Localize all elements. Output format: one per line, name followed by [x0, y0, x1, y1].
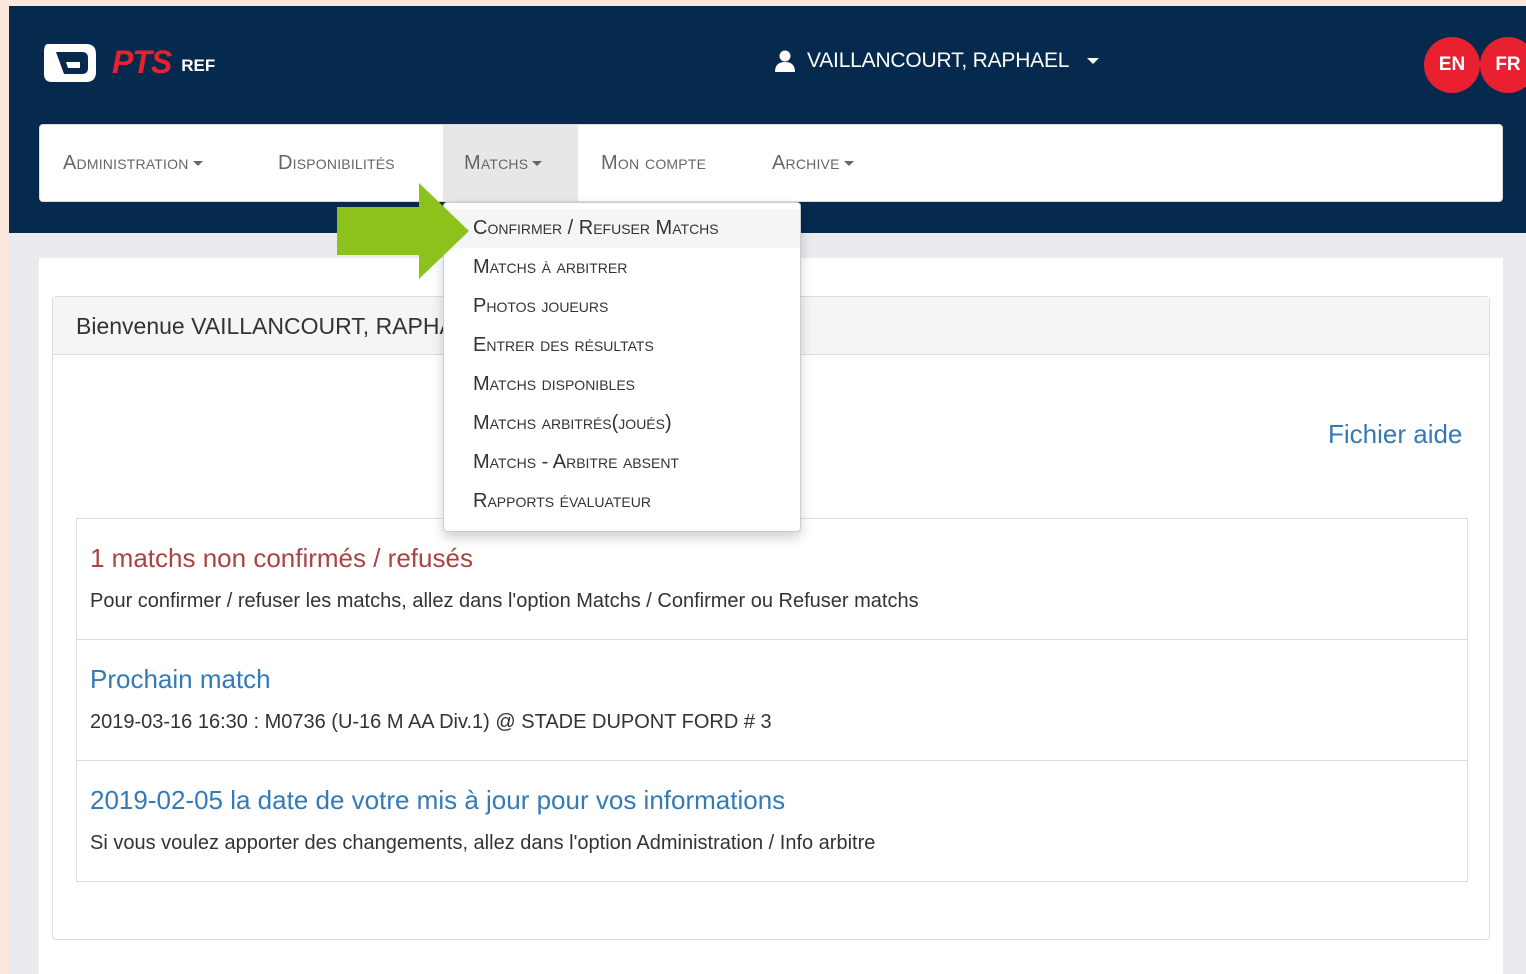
nav-mon-compte[interactable]: Mon compte: [601, 125, 706, 201]
list-item: 2019-02-05 la date de votre mis à jour p…: [76, 760, 1468, 882]
caret-down-icon: [843, 160, 854, 166]
brand-name: PTS: [112, 43, 172, 80]
list-item: 1 matchs non confirmés / refusés Pour co…: [76, 518, 1468, 640]
top-bar: PTS REF VAILLANCOURT, RAPHAEL EN FR Admi…: [9, 6, 1526, 233]
language-fr-button[interactable]: FR: [1480, 37, 1526, 93]
green-arrow-icon: [337, 183, 469, 279]
menu-item-matchs-disponibles[interactable]: Matchs disponibles: [444, 365, 800, 404]
nav-matchs-label: Matchs: [464, 151, 529, 174]
main-navbar: Administration Disponibilités Matchs Mon…: [39, 124, 1503, 202]
list-item: Prochain match 2019-03-16 16:30 : M0736 …: [76, 639, 1468, 761]
menu-item-photos-joueurs[interactable]: Photos joueurs: [444, 287, 800, 326]
pts-logo-icon: [44, 44, 96, 82]
update-date-title: 2019-02-05 la date de votre mis à jour p…: [90, 785, 786, 815]
user-name: VAILLANCOURT, RAPHAEL: [807, 49, 1070, 72]
menu-item-rapports-evaluateur[interactable]: Rapports évaluateur: [444, 482, 800, 521]
logo[interactable]: PTS REF: [42, 40, 215, 84]
menu-item-matchs-arbitres[interactable]: Matchs arbitrés(joués): [444, 404, 800, 443]
user-menu[interactable]: VAILLANCOURT, RAPHAEL: [775, 49, 1100, 73]
unconfirmed-matches-title: 1 matchs non confirmés / refusés: [90, 543, 473, 573]
nav-archive[interactable]: Archive: [772, 125, 854, 201]
language-en-button[interactable]: EN: [1424, 37, 1480, 93]
menu-item-confirmer-refuser[interactable]: Confirmer / Refuser Matchs: [444, 209, 800, 248]
caret-down-icon: [532, 160, 543, 166]
menu-item-arbitre-absent[interactable]: Matchs - Arbitre absent: [444, 443, 800, 482]
update-date-text: Si vous voulez apporter des changements,…: [90, 832, 876, 854]
chevron-down-icon: [1087, 58, 1100, 64]
nav-administration[interactable]: Administration: [63, 125, 203, 201]
notice-list: 1 matchs non confirmés / refusés Pour co…: [76, 518, 1468, 882]
caret-down-icon: [192, 160, 203, 166]
menu-item-matchs-a-arbitrer[interactable]: Matchs à arbitrer: [444, 248, 800, 287]
welcome-text: Bienvenue VAILLANCOURT, RAPHAEL: [76, 313, 483, 339]
unconfirmed-matches-text: Pour confirmer / refuser les matchs, all…: [90, 590, 919, 612]
nav-disponibilites-label: Disponibilités: [278, 151, 395, 174]
next-match-title: Prochain match: [90, 664, 271, 694]
user-icon: [775, 50, 795, 72]
nav-archive-label: Archive: [772, 151, 840, 174]
matchs-dropdown-menu: Confirmer / Refuser Matchs Matchs à arbi…: [443, 202, 801, 532]
nav-administration-label: Administration: [63, 151, 189, 174]
next-match-text: 2019-03-16 16:30 : M0736 (U-16 M AA Div.…: [90, 711, 772, 733]
nav-mon-compte-label: Mon compte: [601, 151, 707, 174]
menu-item-entrer-resultats[interactable]: Entrer des résultats: [444, 326, 800, 365]
brand-sub: REF: [181, 56, 216, 75]
app-window: PTS REF VAILLANCOURT, RAPHAEL EN FR Admi…: [9, 6, 1526, 974]
help-file-link[interactable]: Fichier aide: [1328, 419, 1462, 450]
